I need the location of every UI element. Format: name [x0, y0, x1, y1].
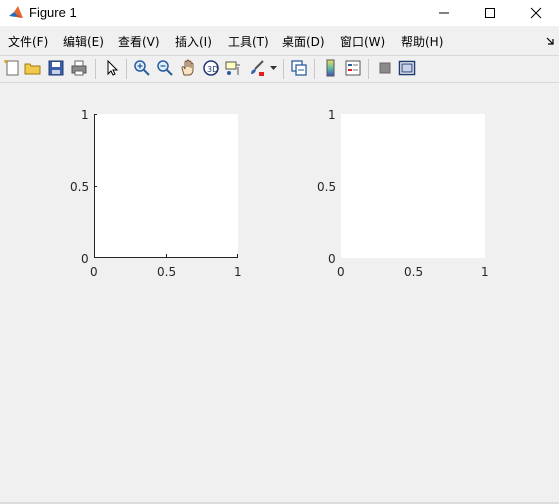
- menu-desktop[interactable]: 桌面(D): [282, 33, 325, 50]
- xtick-label: 1: [234, 265, 242, 279]
- minimize-icon: [439, 12, 449, 14]
- menu-window[interactable]: 窗口(W): [340, 33, 385, 50]
- pan-icon[interactable]: [179, 59, 197, 77]
- axes-2[interactable]: [341, 114, 485, 258]
- menu-tools[interactable]: 工具(T): [228, 33, 269, 50]
- legend-icon[interactable]: [344, 59, 362, 77]
- xtick-label: 0.5: [157, 265, 177, 279]
- zoom-out-icon[interactable]: [156, 59, 174, 77]
- dock-arrow-icon[interactable]: [545, 36, 555, 46]
- figure-toolbar: 3D: [0, 55, 559, 83]
- menu-insert[interactable]: 插入(I): [175, 33, 212, 50]
- hide-plot-tools-icon[interactable]: [376, 59, 394, 77]
- ytick-label: 1: [81, 108, 89, 122]
- brush-icon[interactable]: [248, 59, 266, 77]
- maximize-icon: [485, 8, 495, 18]
- title-bar: Figure 1: [0, 0, 559, 26]
- svg-text:3D: 3D: [207, 65, 218, 74]
- menu-view[interactable]: 查看(V): [118, 33, 160, 50]
- new-figure-icon[interactable]: [3, 59, 21, 77]
- ytick-label: 0: [81, 252, 89, 266]
- window-title: Figure 1: [29, 5, 77, 20]
- print-icon[interactable]: [70, 59, 88, 77]
- ytick-label: 1: [328, 108, 336, 122]
- zoom-in-icon[interactable]: [133, 59, 151, 77]
- maximize-button[interactable]: [467, 0, 513, 26]
- xtick-label: 0: [337, 265, 345, 279]
- toolbar-separator: [95, 59, 96, 79]
- menu-bar: 文件(F) 编辑(E) 查看(V) 插入(I) 工具(T) 桌面(D) 窗口(W…: [0, 28, 559, 52]
- ytick-label: 0.5: [317, 180, 337, 194]
- toolbar-separator: [283, 59, 284, 79]
- close-button[interactable]: [513, 0, 559, 26]
- axes-1[interactable]: [94, 114, 238, 258]
- open-file-icon[interactable]: [24, 59, 42, 77]
- colorbar-icon[interactable]: [322, 59, 340, 77]
- ytick-label: 0: [328, 252, 336, 266]
- toolbar-separator: [126, 59, 127, 79]
- link-plot-icon[interactable]: [290, 59, 308, 77]
- ytick-label: 0.5: [70, 180, 90, 194]
- xtick-label: 0: [90, 265, 98, 279]
- save-icon[interactable]: [47, 59, 65, 77]
- menu-edit[interactable]: 编辑(E): [63, 33, 104, 50]
- brush-dropdown-icon[interactable]: [270, 66, 277, 71]
- toolbar-separator: [368, 59, 369, 79]
- menu-file[interactable]: 文件(F): [8, 33, 48, 50]
- edit-plot-icon[interactable]: [103, 59, 121, 77]
- minimize-button[interactable]: [421, 0, 467, 26]
- data-cursor-icon[interactable]: [224, 59, 242, 77]
- toolbar-separator: [314, 59, 315, 79]
- rotate-3d-icon[interactable]: 3D: [202, 59, 220, 77]
- matlab-logo-icon: [9, 6, 23, 18]
- xtick-label: 1: [481, 265, 489, 279]
- close-icon: [530, 7, 542, 19]
- xtick-label: 0.5: [404, 265, 424, 279]
- menu-help[interactable]: 帮助(H): [401, 33, 443, 50]
- show-plot-tools-icon[interactable]: [398, 59, 416, 77]
